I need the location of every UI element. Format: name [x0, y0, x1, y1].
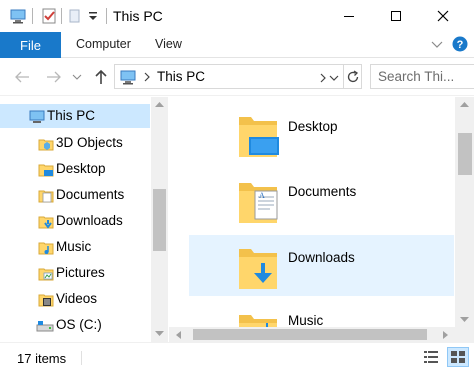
address-row: This PC Search Thi... [0, 59, 474, 96]
scroll-left-icon[interactable] [175, 331, 181, 339]
horizontal-scroll-thumb[interactable] [193, 329, 427, 340]
nav-scroll-thumb[interactable] [153, 189, 166, 251]
folder-tile-downloads[interactable]: Downloads [189, 235, 457, 295]
music-folder-icon [38, 240, 54, 256]
status-bar: 17 items [0, 342, 474, 371]
chevron-right-icon[interactable] [319, 73, 327, 83]
svg-text:?: ? [457, 39, 464, 51]
refresh-button[interactable] [343, 64, 362, 89]
address-dropdown-icon[interactable] [328, 73, 340, 83]
expand-ribbon-icon[interactable] [431, 40, 443, 50]
sidebar-item-this-pc[interactable]: This PC [0, 104, 150, 130]
content-vertical-scrollbar[interactable] [455, 97, 474, 342]
content-horizontal-scrollbar[interactable] [169, 327, 455, 342]
sidebar-item-videos[interactable]: Videos [0, 287, 150, 313]
downloads-folder-icon [38, 214, 54, 230]
quick-access-dropdown-icon[interactable] [88, 9, 98, 23]
drive-icon [36, 318, 54, 334]
sidebar-item-label: Videos [56, 291, 98, 306]
sidebar-item-label: 3D Objects [56, 135, 123, 150]
breadcrumb-this-pc[interactable]: This PC [157, 69, 205, 84]
content-scroll-thumb[interactable] [458, 133, 472, 175]
tab-file[interactable]: File [0, 32, 61, 58]
videos-folder-icon [38, 292, 54, 308]
sidebar-item-label: Documents [56, 187, 125, 202]
sidebar-item-os-c[interactable]: OS (C:) [0, 313, 150, 339]
sidebar-item-label: Music [56, 239, 92, 254]
sidebar-item-documents[interactable]: Documents [0, 183, 150, 209]
window-title: This PC [113, 8, 163, 24]
folder-name: Documents [288, 184, 357, 199]
svg-text:A: A [259, 191, 265, 200]
ribbon: File Computer View ? [0, 32, 474, 58]
sidebar-item-label: Desktop [56, 161, 106, 176]
forward-button[interactable] [44, 67, 64, 87]
address-bar[interactable]: This PC [114, 64, 362, 89]
downloads-folder-icon [237, 243, 281, 291]
scroll-down-icon[interactable] [155, 331, 164, 337]
search-placeholder: Search Thi... [378, 69, 455, 84]
sidebar-item-label: This PC [47, 108, 96, 123]
large-icons-view-button[interactable] [447, 347, 469, 367]
separator [81, 351, 82, 365]
separator [106, 8, 107, 24]
pc-icon [9, 7, 27, 25]
item-count: 17 items [17, 351, 67, 366]
sidebar-item-3d-objects[interactable]: 3D Objects [0, 131, 150, 157]
breadcrumb-chevron-icon[interactable] [143, 72, 151, 82]
tab-computer[interactable]: Computer [76, 37, 131, 51]
folder-tile-desktop[interactable]: Desktop [189, 103, 457, 163]
navigation-pane: This PC 3D Objects Desktop Documents Dow… [0, 97, 168, 342]
sidebar-item-downloads[interactable]: Downloads [0, 209, 150, 235]
sidebar-item-pictures[interactable]: Pictures [0, 261, 150, 287]
details-view-icon[interactable] [423, 349, 439, 365]
scroll-up-icon[interactable] [460, 101, 469, 107]
up-button[interactable] [91, 67, 111, 87]
folder-name: Downloads [288, 250, 355, 265]
folder-name: Desktop [288, 119, 338, 134]
nav-scrollbar[interactable] [151, 97, 168, 342]
search-input[interactable]: Search Thi... [370, 64, 474, 89]
sidebar-item-label: OS (C:) [56, 317, 102, 332]
folder-tile-documents[interactable]: A Documents [189, 169, 457, 229]
separator [61, 8, 62, 24]
recent-locations-icon[interactable] [70, 67, 84, 87]
sidebar-item-desktop[interactable]: Desktop [0, 157, 150, 183]
scroll-down-icon[interactable] [460, 317, 469, 323]
pc-icon [29, 109, 45, 125]
documents-folder-icon: A [237, 177, 281, 225]
desktop-folder-icon [237, 111, 281, 159]
maximize-button[interactable] [373, 0, 419, 32]
close-button[interactable] [420, 0, 466, 32]
help-icon[interactable]: ? [452, 36, 468, 52]
3d-objects-icon [38, 136, 54, 152]
sidebar-item-label: Pictures [56, 265, 105, 280]
folder-name: Music [288, 313, 324, 328]
sidebar-item-music[interactable]: Music [0, 235, 150, 261]
sidebar-item-label: Downloads [56, 213, 123, 228]
separator [32, 8, 33, 24]
scroll-right-icon[interactable] [443, 331, 449, 339]
scroll-up-icon[interactable] [155, 101, 164, 107]
new-folder-icon[interactable] [66, 7, 84, 25]
documents-folder-icon [38, 188, 54, 204]
content-pane: Desktop A Documents Downloads Music [169, 97, 474, 342]
pictures-folder-icon [38, 266, 54, 282]
properties-icon[interactable] [40, 7, 58, 25]
pc-icon [119, 68, 137, 86]
tab-view[interactable]: View [155, 37, 182, 51]
desktop-folder-icon [38, 162, 54, 178]
back-button[interactable] [12, 67, 32, 87]
minimize-button[interactable] [326, 0, 372, 32]
title-bar: This PC [0, 0, 474, 32]
